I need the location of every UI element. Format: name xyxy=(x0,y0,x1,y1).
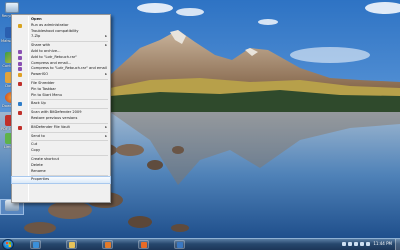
clock[interactable]: 11:44 PM xyxy=(373,241,392,246)
taskbar-button-firefox[interactable] xyxy=(138,240,149,249)
shield-icon xyxy=(18,23,22,28)
menu-item-label: Create shortcut xyxy=(31,156,59,161)
menu-item-label: Cut xyxy=(31,142,38,147)
menu-item-label: Copy xyxy=(31,148,41,153)
taskbar-button-photoshop[interactable] xyxy=(174,240,185,249)
menu-item-label: Rename xyxy=(31,168,46,173)
menu-item-label: Pin to Taskbar xyxy=(31,86,56,91)
menu-item-label: PowerISO xyxy=(31,72,49,77)
menu-item-label: Send to xyxy=(31,133,45,138)
menu-item-7-zip[interactable]: 7-Zip ▸ xyxy=(12,34,110,40)
menu-item-label: Run as administrator xyxy=(31,22,69,27)
context-menu-list: Open Run as administrator Troubleshoot com… xyxy=(11,15,111,185)
menu-item-label: Pin to Start Menu xyxy=(31,92,63,97)
shredder-icon xyxy=(18,81,22,86)
menu-item-back-up[interactable]: Back Up xyxy=(12,101,110,107)
archive-icon xyxy=(18,61,22,66)
submenu-arrow-icon: ▸ xyxy=(105,124,107,129)
archive-icon xyxy=(18,55,22,60)
backup-icon xyxy=(18,102,22,107)
menu-item-restore-previous-versions[interactable]: Restore previous versions xyxy=(12,116,110,122)
recycle-bin-icon xyxy=(5,2,19,13)
start-button[interactable] xyxy=(2,239,14,250)
menu-item-label: BitDefender File Vault xyxy=(31,124,70,129)
volume-icon[interactable] xyxy=(354,242,358,246)
internet-explorer-icon xyxy=(33,242,39,248)
menu-item-label: Delete xyxy=(31,162,43,167)
menu-item-bitdefender-file-vault[interactable]: BitDefender File Vault ▸ xyxy=(12,125,110,131)
menu-item-label: Troubleshoot compatibility xyxy=(31,28,79,33)
menu-item-label: Open xyxy=(31,17,42,21)
menu-item-label: Add to archive... xyxy=(31,48,61,53)
menu-item-label: File Shredder xyxy=(31,80,55,85)
archive-icon xyxy=(18,67,22,72)
submenu-arrow-icon: ▸ xyxy=(105,133,107,138)
context-menu: Open Run as administrator Troubleshoot com… xyxy=(11,14,111,203)
vault-icon xyxy=(18,125,22,130)
bitdefender-icon xyxy=(18,111,22,116)
folder-icon xyxy=(69,242,75,248)
taskbar: 11:44 PM xyxy=(0,238,400,250)
photoshop-icon xyxy=(177,242,183,248)
menu-item-label: Back Up xyxy=(31,101,46,106)
taskbar-button-media-player[interactable] xyxy=(102,240,113,249)
menu-item-label: Scan with BitDefender 2009 xyxy=(31,110,82,115)
submenu-arrow-icon: ▸ xyxy=(105,72,107,77)
shield-icon[interactable] xyxy=(366,242,370,246)
menu-item-label: 7-Zip xyxy=(31,34,41,39)
menu-item-pin-to-start-menu[interactable]: Pin to Start Menu xyxy=(12,93,110,99)
poweriso-icon xyxy=(18,73,22,78)
menu-item-label: Restore previous versions xyxy=(31,115,78,120)
taskbar-button-folder[interactable] xyxy=(66,240,77,249)
menu-item-properties[interactable]: Properties xyxy=(11,176,111,185)
archive-icon xyxy=(18,49,22,54)
flag-icon[interactable] xyxy=(342,242,346,246)
network-icon[interactable] xyxy=(348,242,352,246)
taskbar-button-internet-explorer[interactable] xyxy=(30,240,41,249)
firefox-icon xyxy=(141,242,147,248)
show-desktop-button[interactable] xyxy=(395,239,400,250)
system-tray: 11:44 PM xyxy=(328,239,400,250)
menu-item-label: Compress and email... xyxy=(31,60,72,65)
windows-logo-icon xyxy=(6,242,11,247)
menu-item-label: Properties xyxy=(31,177,50,182)
menu-item-label: Share with xyxy=(31,43,51,48)
menu-item-copy[interactable]: Copy xyxy=(12,148,110,154)
submenu-arrow-icon: ▸ xyxy=(105,34,107,39)
menu-item-rename[interactable]: Rename xyxy=(12,169,110,175)
menu-item-send-to[interactable]: Send to ▸ xyxy=(12,134,110,140)
media-player-icon xyxy=(105,242,111,248)
menu-item-label: Add to "Lotr_Retouch.rar" xyxy=(31,54,77,59)
menu-item-poweriso[interactable]: PowerISO ▸ xyxy=(12,72,110,78)
battery-icon[interactable] xyxy=(360,242,364,246)
menu-item-label: Compress to "Lotr_Retouch.rar" and email xyxy=(31,66,107,71)
